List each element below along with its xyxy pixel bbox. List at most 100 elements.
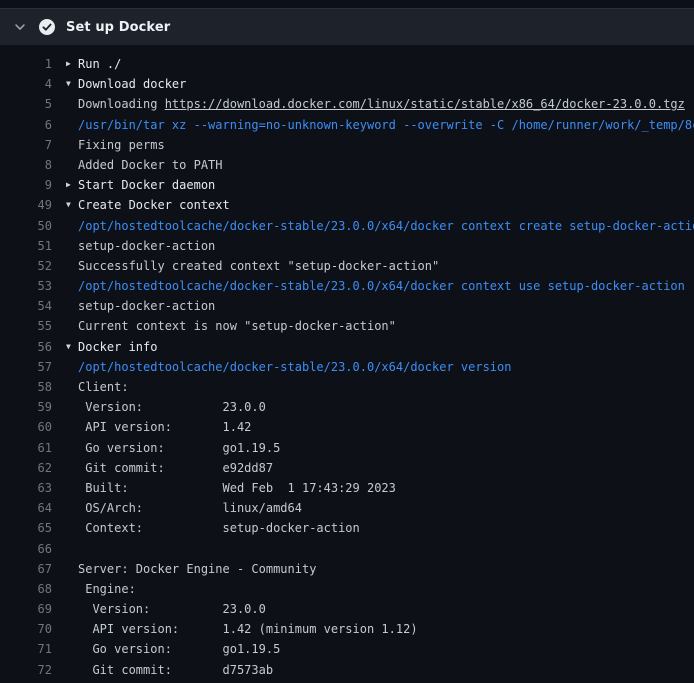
arrow-spacer (66, 357, 78, 377)
arrow-spacer (66, 256, 78, 276)
line-number[interactable]: 56 (0, 337, 52, 357)
log-text: Git commit: e92dd87 (78, 458, 273, 478)
log-text: Start Docker daemon (78, 175, 215, 195)
log-text-segment: setup-docker-action (78, 299, 215, 313)
line-number[interactable]: 51 (0, 236, 52, 256)
log-text: setup-docker-action (78, 236, 215, 256)
line-number[interactable]: 9 (0, 175, 52, 195)
group-title[interactable]: Create Docker context (78, 198, 230, 212)
line-number[interactable]: 58 (0, 377, 52, 397)
arrow-spacer (66, 276, 78, 296)
line-number[interactable]: 64 (0, 498, 52, 518)
log-text-segment: Version: 23.0.0 (78, 400, 266, 414)
group-title[interactable]: Start Docker daemon (78, 178, 215, 192)
line-number[interactable]: 61 (0, 438, 52, 458)
log-text: setup-docker-action (78, 296, 215, 316)
line-number[interactable]: 60 (0, 417, 52, 437)
line-number[interactable]: 6 (0, 115, 52, 135)
group-collapsed-icon[interactable]: ▶ (66, 175, 78, 195)
log-row: 70 API version: 1.42 (minimum version 1.… (0, 619, 694, 639)
line-number[interactable]: 63 (0, 478, 52, 498)
step-title: Set up Docker (66, 20, 170, 35)
log-command-text: /opt/hostedtoolcache/docker-stable/23.0.… (78, 360, 511, 374)
log-text-segment: Engine: (78, 582, 136, 596)
line-number[interactable]: 53 (0, 276, 52, 296)
log-row: 72 Git commit: d7573ab (0, 660, 694, 680)
arrow-spacer (66, 478, 78, 498)
log-row: 61 Go version: go1.19.5 (0, 438, 694, 458)
arrow-spacer (66, 417, 78, 437)
log-text-segment: Server: Docker Engine - Community (78, 562, 316, 576)
log-text-segment: Fixing perms (78, 138, 165, 152)
group-expanded-icon[interactable]: ▼ (66, 195, 78, 215)
log-text: Git commit: d7573ab (78, 660, 273, 680)
group-title[interactable]: Download docker (78, 77, 186, 91)
log-text-segment: API version: 1.42 (minimum version 1.12) (78, 622, 418, 636)
line-number[interactable]: 1 (0, 54, 52, 74)
line-number[interactable]: 69 (0, 599, 52, 619)
line-number[interactable]: 5 (0, 94, 52, 114)
log-row: 5Downloading https://download.docker.com… (0, 94, 694, 114)
line-number[interactable]: 70 (0, 619, 52, 639)
arrow-spacer (66, 377, 78, 397)
log-text-segment: Client: (78, 380, 129, 394)
log-row: 53/opt/hostedtoolcache/docker-stable/23.… (0, 276, 694, 296)
line-number[interactable]: 52 (0, 256, 52, 276)
arrow-spacer (66, 94, 78, 114)
line-number[interactable]: 7 (0, 135, 52, 155)
log-text: API version: 1.42 (78, 417, 251, 437)
log-text: API version: 1.42 (minimum version 1.12) (78, 619, 418, 639)
log-row: 52Successfully created context "setup-do… (0, 256, 694, 276)
line-number[interactable]: 50 (0, 216, 52, 236)
line-number[interactable]: 49 (0, 195, 52, 215)
group-title[interactable]: Docker info (78, 340, 157, 354)
line-number[interactable]: 71 (0, 639, 52, 659)
arrow-spacer (66, 216, 78, 236)
group-expanded-icon[interactable]: ▼ (66, 74, 78, 94)
step-header[interactable]: Set up Docker (0, 8, 694, 45)
arrow-spacer (66, 397, 78, 417)
line-number[interactable]: 55 (0, 316, 52, 336)
log-row: 9 ▶Start Docker daemon (0, 175, 694, 195)
log-text-segment: Current context is now "setup-docker-act… (78, 319, 396, 333)
line-number[interactable]: 54 (0, 296, 52, 316)
log-text: Version: 23.0.0 (78, 599, 266, 619)
log-row: 59 Version: 23.0.0 (0, 397, 694, 417)
log-row: 65 Context: setup-docker-action (0, 518, 694, 538)
line-number[interactable]: 67 (0, 559, 52, 579)
log-text: Server: Docker Engine - Community (78, 559, 316, 579)
line-number[interactable]: 66 (0, 539, 52, 559)
log-row: 4 ▼Download docker (0, 74, 694, 94)
log-row: 51 setup-docker-action (0, 236, 694, 256)
line-number[interactable]: 59 (0, 397, 52, 417)
log-text-segment: Git commit: d7573ab (78, 663, 273, 677)
group-expanded-icon[interactable]: ▼ (66, 337, 78, 357)
line-number[interactable]: 8 (0, 155, 52, 175)
log-row: 6/usr/bin/tar xz --warning=no-unknown-ke… (0, 115, 694, 135)
line-number[interactable]: 62 (0, 458, 52, 478)
log-row: 67 Server: Docker Engine - Community (0, 559, 694, 579)
log-text-segment: OS/Arch: linux/amd64 (78, 501, 302, 515)
log-text: Client: (78, 377, 129, 397)
log-link[interactable]: https://download.docker.com/linux/static… (165, 97, 685, 111)
log-text-segment: Context: setup-docker-action (78, 521, 360, 535)
line-number[interactable]: 68 (0, 579, 52, 599)
line-number[interactable]: 65 (0, 518, 52, 538)
line-number[interactable]: 72 (0, 660, 52, 680)
log-text: Go version: go1.19.5 (78, 438, 280, 458)
line-number[interactable]: 4 (0, 74, 52, 94)
log-row: 49 ▼Create Docker context (0, 195, 694, 215)
arrow-spacer (66, 619, 78, 639)
log-command-text: /usr/bin/tar xz --warning=no-unknown-key… (78, 118, 694, 132)
log-text: /usr/bin/tar xz --warning=no-unknown-key… (78, 115, 694, 135)
log-row: 68 Engine: (0, 579, 694, 599)
group-title[interactable]: Run ./ (78, 57, 121, 71)
log-text: Version: 23.0.0 (78, 397, 266, 417)
chevron-down-icon[interactable] (12, 19, 28, 35)
log-command-text: /opt/hostedtoolcache/docker-stable/23.0.… (78, 279, 685, 293)
log-text: Context: setup-docker-action (78, 518, 360, 538)
group-collapsed-icon[interactable]: ▶ (66, 54, 78, 74)
log-scroll-area[interactable]: 1▶Run ./4▼Download docker5Downloading ht… (0, 45, 694, 680)
log-text: Added Docker to PATH (78, 155, 223, 175)
line-number[interactable]: 57 (0, 357, 52, 377)
